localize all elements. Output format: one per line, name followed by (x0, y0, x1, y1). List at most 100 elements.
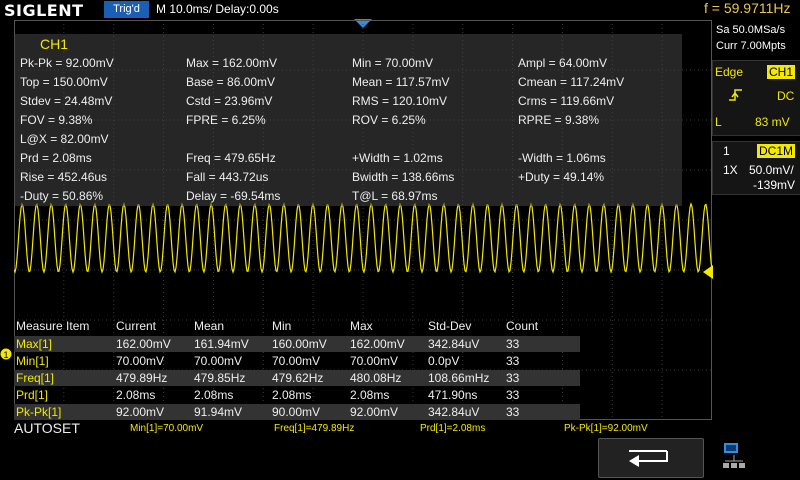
table-header-cell: Current (116, 319, 157, 333)
overlay-measurement: RMS = 120.10mV (352, 94, 448, 108)
overlay-measurement: L@X = 82.00mV (20, 132, 109, 146)
overlay-measurement: Base = 86.00mV (186, 75, 276, 89)
measure-item-name: Min[1] (16, 354, 49, 368)
status-item: Pk-Pk[1]=92.00mV (564, 423, 648, 434)
trigger-type: Edge (715, 65, 744, 79)
table-cell: 2.08ms (350, 388, 390, 402)
table-header-row: Measure Item Current Mean Min Max Std-Dev Coun… (14, 318, 580, 334)
table-cell: 162.00mV (116, 337, 171, 351)
table-cell: 161.94mV (194, 337, 249, 351)
return-arrow-icon (629, 450, 668, 467)
measure-item-name: Freq[1] (16, 371, 55, 385)
overlay-measurement: -Width = 1.06ms (518, 151, 606, 165)
volts-per-div: 50.0mV/ (749, 163, 794, 177)
table-cell: 479.89Hz (116, 371, 168, 385)
memory-depth: Curr 7.00Mpts (716, 40, 786, 52)
overlay-measurement: Mean = 117.57mV (352, 75, 450, 89)
table-cell: 33 (506, 337, 520, 351)
overlay-measurement: FPRE = 6.25% (186, 113, 266, 127)
table-cell: 2.08ms (194, 388, 234, 402)
ch1-waveform (14, 202, 712, 274)
overlay-measurement: Rise = 452.46us (20, 170, 108, 184)
table-cell: 479.62Hz (272, 371, 324, 385)
brand-logo: SIGLENT (4, 1, 84, 20)
table-header-cell: Min (272, 319, 292, 333)
table-row[interactable]: Pk-Pk[1] 92.00mV 91.94mV 90.00mV 92.00mV 342.… (14, 404, 580, 420)
overlay-measurement: +Duty = 49.14% (518, 170, 605, 184)
table-cell: 2.08ms (116, 388, 156, 402)
status-item: Freq[1]=479.89Hz (274, 423, 355, 434)
table-row[interactable]: Freq[1] 479.89Hz 479.85Hz 479.62Hz 480.08Hz 1… (14, 370, 580, 386)
ch1-offset-marker[interactable]: 1 (0, 348, 12, 360)
channel-panel[interactable]: 1 DC1M 1X 50.0mV/ -139mV (712, 141, 800, 195)
overlay-measurement: Cmean = 117.24mV (518, 75, 625, 89)
table-cell: 471.90ns (428, 388, 478, 402)
overlay-measurement: Prd = 2.08ms (20, 151, 92, 165)
trigger-coupling: DC (777, 89, 795, 103)
table-row[interactable]: Max[1] 162.00mV 161.94mV 160.00mV 162.00mV 34… (14, 336, 580, 352)
table-row[interactable]: Prd[1] 2.08ms 2.08ms 2.08ms 2.08ms 471.90ns 33 (14, 387, 580, 403)
overlay-measurement: ROV = 6.25% (352, 113, 426, 127)
overlay-measurement: Pk-Pk = 92.00mV (20, 56, 114, 70)
timebase-readout[interactable]: M 10.0ms/ Delay:0.00s (156, 2, 279, 16)
overlay-measurement: Fall = 443.72us (186, 170, 269, 184)
table-header-cell: Mean (194, 319, 225, 333)
table-cell: 91.94mV (194, 405, 243, 419)
overlay-measurement: Cstd = 23.96mV (186, 94, 273, 108)
measure-all-overlay: CH1 Pk-Pk = 92.00mV Max = 162.00mV Min = 7… (14, 34, 682, 206)
probe-factor: 1X (723, 163, 738, 177)
measure-item-name: Max[1] (16, 337, 53, 351)
overlay-measurement: Freq = 479.65Hz (186, 151, 276, 165)
table-header-cell: Measure Item (16, 319, 90, 333)
table-cell: 2.08ms (272, 388, 312, 402)
table-cell: 33 (506, 354, 520, 368)
trigger-status-badge: Trig'd (104, 1, 149, 18)
table-header-cell: Count (506, 319, 539, 333)
table-cell: 92.00mV (350, 405, 399, 419)
table-cell: 480.08Hz (350, 371, 402, 385)
table-cell: 160.00mV (272, 337, 327, 351)
status-item: Min[1]=70.00mV (130, 423, 204, 434)
channel-offset: -139mV (753, 178, 796, 192)
table-cell: 479.85Hz (194, 371, 246, 385)
acquisition-info: Sa 50.0MSa/s Curr 7.00Mpts (714, 22, 800, 58)
table-cell: 342.84uV (428, 405, 480, 419)
trigger-level-marker-icon (703, 265, 713, 279)
status-item: Prd[1]=2.08ms (420, 423, 486, 434)
table-cell: 70.00mV (272, 354, 321, 368)
overlay-measurement: +Width = 1.02ms (352, 151, 443, 165)
overlay-measurement: RPRE = 9.38% (518, 113, 600, 127)
table-row[interactable]: Min[1] 70.00mV 70.00mV 70.00mV 70.00mV 0.0pV 3… (14, 353, 580, 369)
table-header-cell: Std-Dev (428, 319, 472, 333)
overlay-channel-label: CH1 (40, 36, 69, 52)
channel-number: 1 (723, 144, 730, 158)
overlay-measurement: T@L = 68.97ms (352, 189, 438, 203)
frequency-counter: f = 59.9711Hz (704, 0, 791, 16)
rising-edge-icon (729, 89, 742, 101)
table-cell: 162.00mV (350, 337, 405, 351)
overlay-measurement: Stdev = 24.48mV (20, 94, 113, 108)
overlay-measurement: FOV = 9.38% (20, 113, 93, 127)
measure-item-name: Pk-Pk[1] (16, 405, 62, 419)
table-cell: 70.00mV (116, 354, 165, 368)
table-cell: 70.00mV (194, 354, 243, 368)
sample-rate: Sa 50.0MSa/s (716, 24, 786, 36)
table-cell: 33 (506, 388, 520, 402)
overlay-measurement: Ampl = 64.00mV (518, 56, 608, 70)
table-cell: 33 (506, 371, 520, 385)
measure-item-name: Prd[1] (16, 388, 49, 402)
table-cell: 33 (506, 405, 520, 419)
overlay-measurement: Top = 150.00mV (20, 75, 108, 89)
channel-coupling-badge: DC1M (757, 144, 796, 158)
back-button[interactable] (598, 438, 704, 478)
table-cell: 342.84uV (428, 337, 480, 351)
table-cell: 92.00mV (116, 405, 165, 419)
table-header-cell: Max (350, 319, 373, 333)
overlay-measurement: Crms = 119.66mV (518, 94, 615, 108)
table-cell: 108.66mHz (428, 371, 490, 385)
ch1-marker-label: 1 (3, 350, 8, 360)
trigger-panel[interactable]: Edge CH1 DC L 83 mV (712, 60, 800, 136)
overlay-measurement: Min = 70.00mV (352, 56, 434, 70)
table-cell: 90.00mV (272, 405, 321, 419)
autoset-label: AUTOSET (14, 420, 80, 436)
